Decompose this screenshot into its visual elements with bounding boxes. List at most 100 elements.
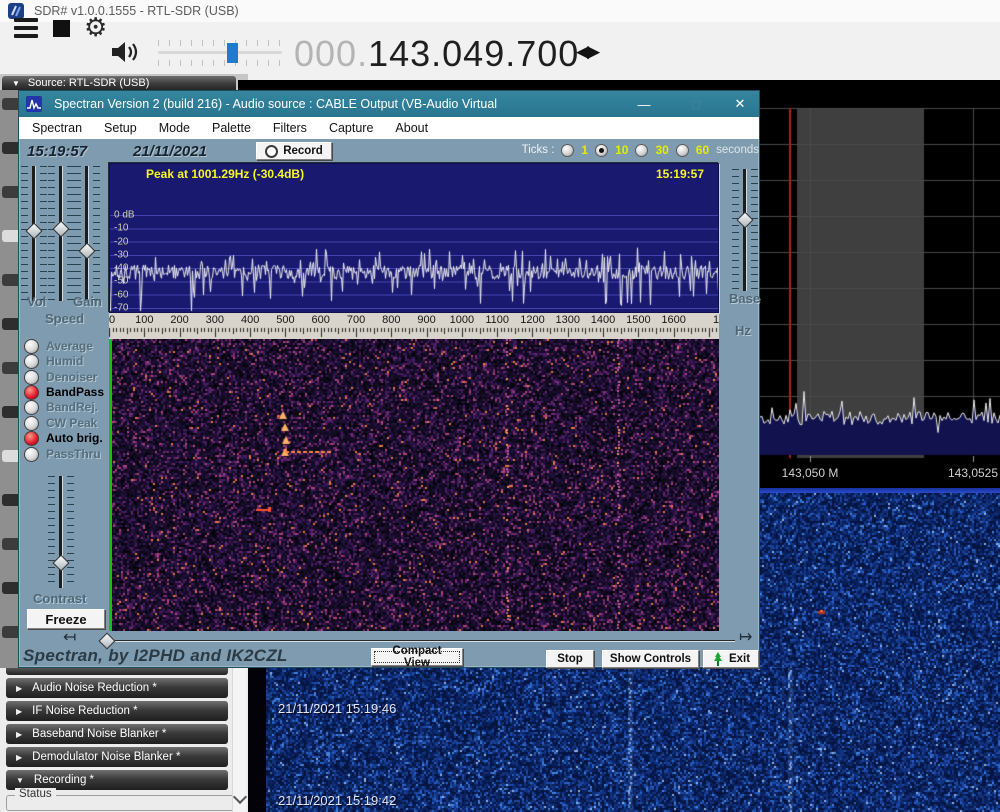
contrast-slider[interactable] [48, 476, 74, 588]
scroll-left-icon[interactable]: ↤ [63, 631, 76, 645]
sidebar-panel-audio-noise-reduction[interactable]: ▶ Audio Noise Reduction * [6, 678, 228, 698]
rf-spectrum-display[interactable] [760, 80, 1000, 490]
frequency-display[interactable]: 000.143.049.700 [294, 33, 579, 75]
ticks-radio-1[interactable] [561, 144, 574, 157]
stop-playback-button[interactable] [53, 20, 70, 37]
radio-led [24, 339, 39, 354]
vol-slider[interactable] [21, 166, 47, 301]
credit-text: Spectran, by I2PHD and IK2CZL [23, 646, 288, 666]
radio-humid[interactable]: Humid [24, 354, 83, 368]
pan-scrollbar-track[interactable] [115, 640, 735, 642]
hz-label: Hz [735, 323, 751, 338]
rf-waterfall-right[interactable] [760, 493, 1000, 668]
sidebar-scrollbar[interactable] [232, 668, 246, 812]
radio-bandrej[interactable]: BandRej. [24, 400, 98, 414]
compact-view-button[interactable]: Compact View [371, 648, 463, 666]
sidebar-left-edge-strip [0, 90, 18, 668]
sidebar-panel-if-noise-reduction[interactable]: ▶ IF Noise Reduction * [6, 701, 228, 721]
menu-about[interactable]: About [384, 121, 439, 135]
panel-label: Demodulator Noise Blanker * [32, 751, 180, 763]
scroll-right-icon[interactable]: ↦ [739, 631, 752, 645]
spectran-titlebar[interactable]: Spectran Version 2 (build 216) - Audio s… [19, 91, 759, 117]
menu-mode[interactable]: Mode [148, 121, 201, 135]
radio-cw-peak[interactable]: CW Peak [24, 416, 97, 430]
sdrsharp-app-icon [8, 3, 24, 19]
menu-palette[interactable]: Palette [201, 121, 262, 135]
spectran-menubar: Spectran Setup Mode Palette Filters Capt… [19, 117, 759, 139]
waterfall-timestamp: 21/11/2021 15:19:46 [278, 701, 396, 716]
settings-gear-icon[interactable]: ⚙ [84, 8, 107, 46]
minimize-button[interactable]: — [629, 91, 659, 117]
sidebar-panel-source[interactable]: ▼ Source: RTL-SDR (USB) [2, 76, 236, 90]
frequency-step-arrows[interactable]: ◀▶ [576, 42, 598, 62]
show-controls-button[interactable]: Show Controls [602, 650, 699, 668]
menu-setup[interactable]: Setup [93, 121, 148, 135]
audio-spectrum-display: 0 dB-10-20-30-40-50-60-70 Peak at 1001.2… [109, 163, 719, 313]
menu-hamburger-icon[interactable] [14, 18, 38, 38]
radio-passthru[interactable]: PassThru [24, 447, 101, 461]
freq-label: 1600 [661, 314, 685, 326]
gain-slider[interactable] [74, 166, 100, 301]
radio-average[interactable]: Average [24, 339, 93, 353]
radio-label: PassThru [46, 447, 101, 461]
vol-label: Vol [27, 294, 46, 309]
spectran-waterfall [109, 339, 719, 631]
freq-label: 100 [135, 314, 153, 326]
status-label: Status [15, 788, 56, 800]
freq-label: 200 [170, 314, 188, 326]
radio-bandpass[interactable]: BandPass [24, 385, 104, 399]
menu-spectran[interactable]: Spectran [21, 121, 93, 135]
rf-waterfall-bottom[interactable] [266, 668, 1000, 812]
ticks-radio-60[interactable] [676, 144, 689, 157]
freq-label: 500 [276, 314, 294, 326]
speed-label: Speed [45, 311, 84, 326]
freeze-button[interactable]: Freeze [27, 609, 105, 629]
exit-button[interactable]: Exit [703, 650, 759, 668]
volume-slider-handle[interactable] [227, 43, 238, 63]
exit-plant-icon [712, 652, 724, 666]
volume-ticks-bottom [158, 60, 282, 66]
freq-label: 1 [713, 314, 719, 326]
sidebar-panel-clipped[interactable] [6, 668, 228, 675]
sidebar-panel-recording[interactable]: ▼ Recording * [6, 770, 228, 790]
contrast-label: Contrast [33, 591, 86, 606]
freq-label: 1500 [626, 314, 650, 326]
exit-label: Exit [729, 653, 750, 665]
base-slider[interactable] [732, 169, 758, 291]
collapse-arrow-icon: ▼ [12, 79, 20, 88]
record-button[interactable]: Record [256, 142, 332, 160]
speed-slider[interactable] [48, 166, 74, 301]
menu-capture[interactable]: Capture [318, 121, 384, 135]
radio-denoiser[interactable]: Denoiser [24, 370, 97, 384]
freq-label: 0 [109, 314, 115, 326]
volume-slider-track[interactable] [158, 51, 282, 54]
collapse-arrow-icon: ▼ [16, 776, 24, 785]
scroll-down-icon[interactable] [233, 790, 247, 804]
ticks-radio-30[interactable] [635, 144, 648, 157]
sdrsharp-titlebar[interactable]: SDR# v1.0.0.1555 - RTL-SDR (USB) [0, 0, 1000, 22]
ticks-radio-10[interactable] [595, 144, 608, 157]
ticks-option-label: 60 [696, 143, 709, 157]
volume-ticks-top [158, 40, 282, 46]
frequency-axis-labels: 0100200300400500600700800900100011001200… [109, 313, 719, 327]
panel-label: Audio Noise Reduction * [32, 682, 157, 694]
panel-label: IF Noise Reduction * [32, 705, 137, 717]
sidebar-panel-demodulator-noise-blanker[interactable]: ▶ Demodulator Noise Blanker * [6, 747, 228, 767]
ticks-option-label: 10 [615, 143, 628, 157]
speaker-icon[interactable] [110, 40, 144, 64]
stop-button[interactable]: Stop [546, 650, 594, 668]
record-label: Record [283, 145, 323, 157]
radio-led [24, 354, 39, 369]
ticks-option-label: 30 [655, 143, 668, 157]
freq-label: 1100 [485, 314, 509, 326]
sidebar-panel-baseband-noise-blanker[interactable]: ▶ Baseband Noise Blanker * [6, 724, 228, 744]
ticks-label: Ticks : [522, 144, 555, 156]
freq-label: 1300 [556, 314, 580, 326]
waterfall-cursor-line [109, 339, 112, 631]
radio-auto-brig[interactable]: Auto brig. [24, 431, 103, 445]
source-panel-label: Source: RTL-SDR (USB) [28, 77, 149, 89]
close-button[interactable]: ✕ [725, 91, 755, 117]
ticks-unit-label: seconds [716, 144, 759, 156]
maximize-button[interactable]: □ [681, 91, 711, 117]
menu-filters[interactable]: Filters [262, 121, 318, 135]
